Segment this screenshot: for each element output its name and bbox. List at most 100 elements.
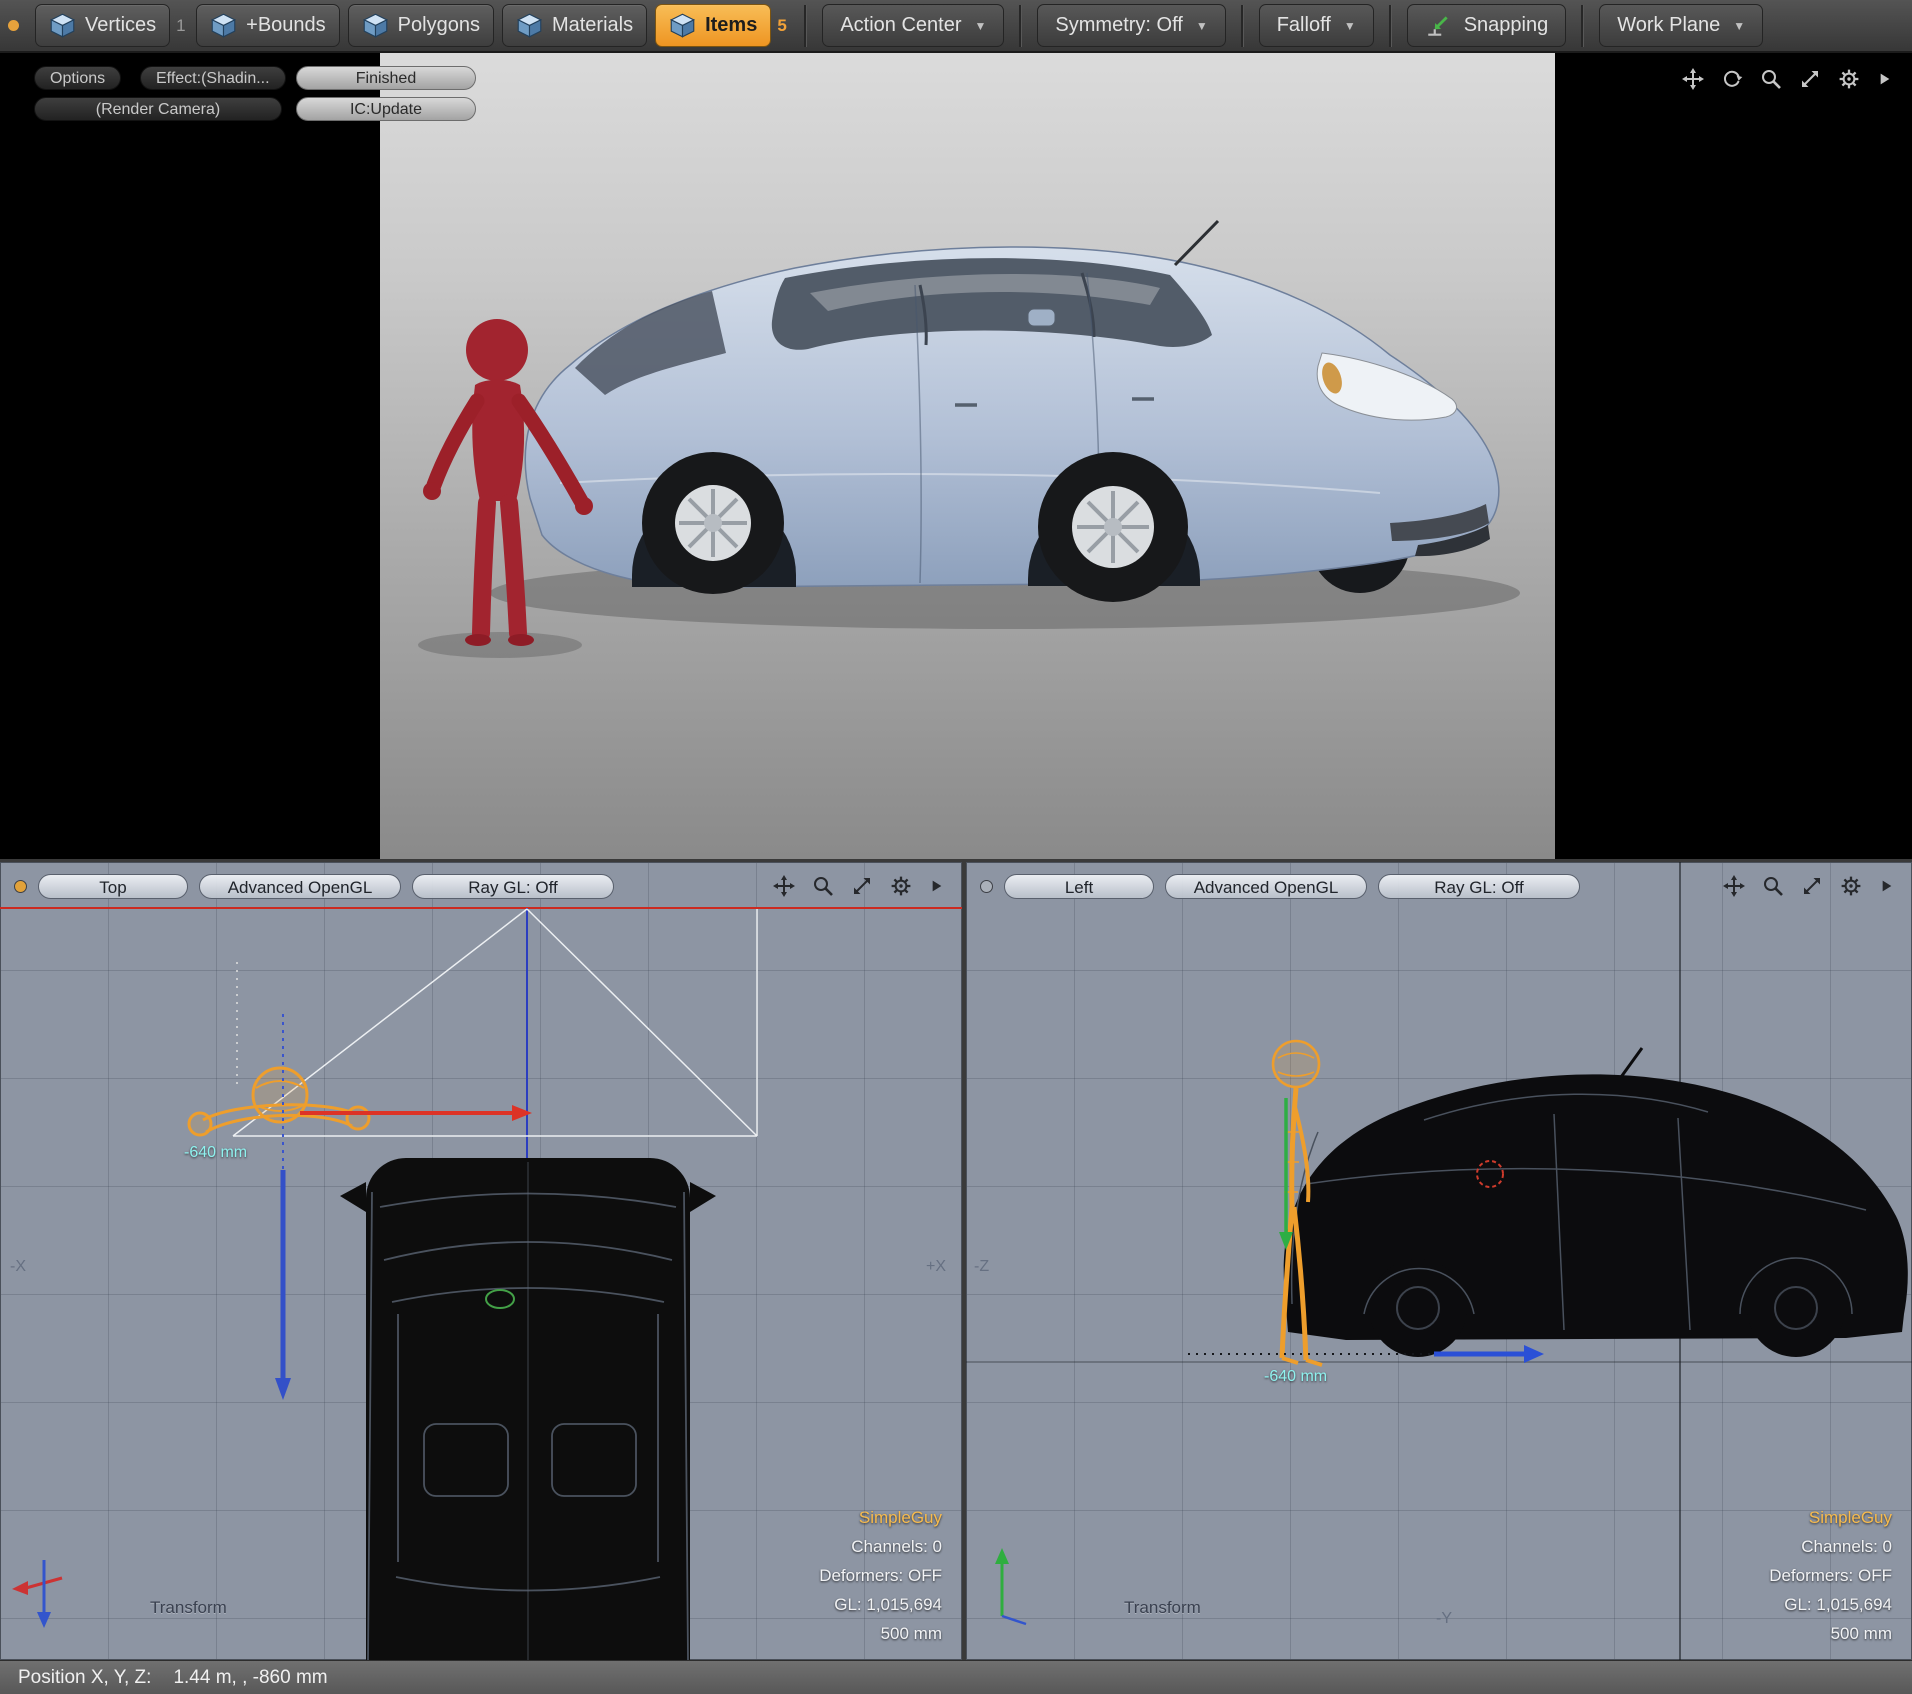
- tab-materials-label: Materials: [552, 14, 633, 37]
- render-canvas[interactable]: [380, 53, 1555, 859]
- gear-icon[interactable]: [1839, 874, 1863, 898]
- tab-vertices-label: Vertices: [85, 14, 156, 37]
- left-viewport-header: Left Advanced OpenGL Ray GL: Off: [980, 874, 1580, 899]
- work-plane-label: Work Plane: [1617, 14, 1720, 37]
- chevron-down-icon: ▼: [1344, 19, 1356, 33]
- left-viewport[interactable]: Left Advanced OpenGL Ray GL: Off -Z -Y -…: [966, 862, 1912, 1660]
- tab-polygons-group: Polygons: [348, 4, 494, 47]
- active-tool-label: Transform: [1124, 1598, 1201, 1618]
- tab-materials[interactable]: Materials: [502, 4, 647, 47]
- gl-readout: GL: 1,015,694: [1769, 1590, 1892, 1619]
- view-selector[interactable]: Left: [1004, 874, 1154, 899]
- window-dot: [8, 20, 19, 31]
- tab-items-label: Items: [705, 14, 757, 37]
- cube-icon: [210, 12, 237, 39]
- shading-selector[interactable]: Advanced OpenGL: [1165, 874, 1367, 899]
- deformers-readout: Deformers: OFF: [819, 1561, 942, 1590]
- viewport-menu-dot[interactable]: [980, 880, 993, 893]
- play-icon[interactable]: [928, 878, 944, 894]
- action-center-dropdown[interactable]: Action Center ▼: [822, 4, 1004, 47]
- axis-label-negy: -Y: [1436, 1610, 1452, 1628]
- cube-icon: [362, 12, 389, 39]
- tab-bounds-label: +Bounds: [246, 14, 326, 37]
- render-camera-button[interactable]: (Render Camera): [34, 97, 282, 121]
- toolbar-divider: [1241, 5, 1244, 47]
- chevron-down-icon: ▼: [1196, 19, 1208, 33]
- snapping-button[interactable]: Snapping: [1407, 4, 1567, 47]
- pan-icon[interactable]: [1681, 67, 1705, 91]
- toolbar-divider: [804, 5, 807, 47]
- tab-items-group: Items 5: [655, 4, 789, 47]
- gl-readout: GL: 1,015,694: [819, 1590, 942, 1619]
- toolbar-divider: [1581, 5, 1584, 47]
- snapping-label: Snapping: [1464, 14, 1549, 37]
- pan-icon[interactable]: [1722, 874, 1746, 898]
- tab-materials-group: Materials: [502, 4, 647, 47]
- tab-polygons[interactable]: Polygons: [348, 4, 494, 47]
- position-label: Position X, Y, Z:: [18, 1667, 151, 1689]
- symmetry-dropdown[interactable]: Symmetry: Off ▼: [1037, 4, 1225, 47]
- top-viewport[interactable]: Top Advanced OpenGL Ray GL: Off -X +X -6…: [0, 862, 962, 1660]
- gear-icon[interactable]: [889, 874, 913, 898]
- render-viewport[interactable]: Options Effect:(Shadin... Finished (Rend…: [0, 53, 1912, 859]
- chevron-down-icon: ▼: [1733, 19, 1745, 33]
- left-viewport-controls: [1722, 874, 1894, 898]
- falloff-dropdown[interactable]: Falloff ▼: [1259, 4, 1374, 47]
- rotate-icon[interactable]: [1720, 67, 1744, 91]
- render-scene: [380, 53, 1555, 859]
- viewport-info: SimpleGuy Channels: 0 Deformers: OFF GL:…: [1769, 1503, 1892, 1648]
- work-plane-dropdown[interactable]: Work Plane ▼: [1599, 4, 1763, 47]
- toolbar-divider: [1389, 5, 1392, 47]
- cube-icon: [516, 12, 543, 39]
- axis-label-negz: -Z: [974, 1258, 989, 1276]
- zoom-icon[interactable]: [1759, 67, 1783, 91]
- cube-icon: [49, 12, 76, 39]
- ic-update-button[interactable]: IC:Update: [296, 97, 476, 121]
- deformers-readout: Deformers: OFF: [1769, 1561, 1892, 1590]
- tab-items[interactable]: Items: [655, 4, 771, 47]
- tab-vertices-badge: 1: [176, 16, 188, 36]
- character-wireframe-top: [189, 1068, 369, 1135]
- raygl-toggle[interactable]: Ray GL: Off: [412, 874, 614, 899]
- channels-readout: Channels: 0: [1769, 1532, 1892, 1561]
- cube-icon: [669, 12, 696, 39]
- channels-readout: Channels: 0: [819, 1532, 942, 1561]
- top-viewport-header: Top Advanced OpenGL Ray GL: Off: [14, 874, 614, 899]
- maximize-icon[interactable]: [1800, 874, 1824, 898]
- options-button[interactable]: Options: [34, 66, 121, 90]
- action-center-label: Action Center: [840, 14, 961, 37]
- gear-icon[interactable]: [1837, 67, 1861, 91]
- viewport-menu-dot[interactable]: [14, 880, 27, 893]
- top-viewport-controls: [772, 874, 944, 898]
- axis-gizmo: [12, 1560, 62, 1628]
- shading-selector[interactable]: Advanced OpenGL: [199, 874, 401, 899]
- play-icon[interactable]: [1876, 71, 1892, 87]
- pan-icon[interactable]: [772, 874, 796, 898]
- axis-label-negx: -X: [10, 1258, 26, 1276]
- maximize-icon[interactable]: [850, 874, 874, 898]
- view-selector[interactable]: Top: [38, 874, 188, 899]
- tab-items-badge: 5: [777, 16, 789, 36]
- symmetry-label: Symmetry: Off: [1055, 14, 1182, 37]
- active-tool-label: Transform: [150, 1598, 227, 1618]
- axis-label-posx: +X: [926, 1258, 946, 1276]
- selected-item-name: SimpleGuy: [1769, 1503, 1892, 1532]
- top-view-scene[interactable]: [0, 862, 962, 1660]
- zoom-icon[interactable]: [811, 874, 835, 898]
- top-toolbar: Vertices 1 +Bounds Polygons Materials: [0, 0, 1912, 53]
- car-wireframe-top: [340, 1158, 716, 1660]
- maximize-icon[interactable]: [1798, 67, 1822, 91]
- effect-button[interactable]: Effect:(Shadin...: [140, 66, 286, 90]
- grid-size-readout: 500 mm: [819, 1619, 942, 1648]
- raygl-toggle[interactable]: Ray GL: Off: [1378, 874, 1580, 899]
- tab-vertices[interactable]: Vertices: [35, 4, 170, 47]
- finished-button[interactable]: Finished: [296, 66, 476, 90]
- zoom-icon[interactable]: [1761, 874, 1785, 898]
- bottom-viewport-row: Top Advanced OpenGL Ray GL: Off -X +X -6…: [0, 862, 1912, 1660]
- tab-vertices-group: Vertices 1: [35, 4, 188, 47]
- modo-window: Vertices 1 +Bounds Polygons Materials: [0, 0, 1912, 1694]
- tab-bounds[interactable]: +Bounds: [196, 4, 340, 47]
- render-viewport-controls: [1681, 67, 1892, 91]
- play-icon[interactable]: [1878, 878, 1894, 894]
- offset-readout: -640 mm: [184, 1144, 247, 1162]
